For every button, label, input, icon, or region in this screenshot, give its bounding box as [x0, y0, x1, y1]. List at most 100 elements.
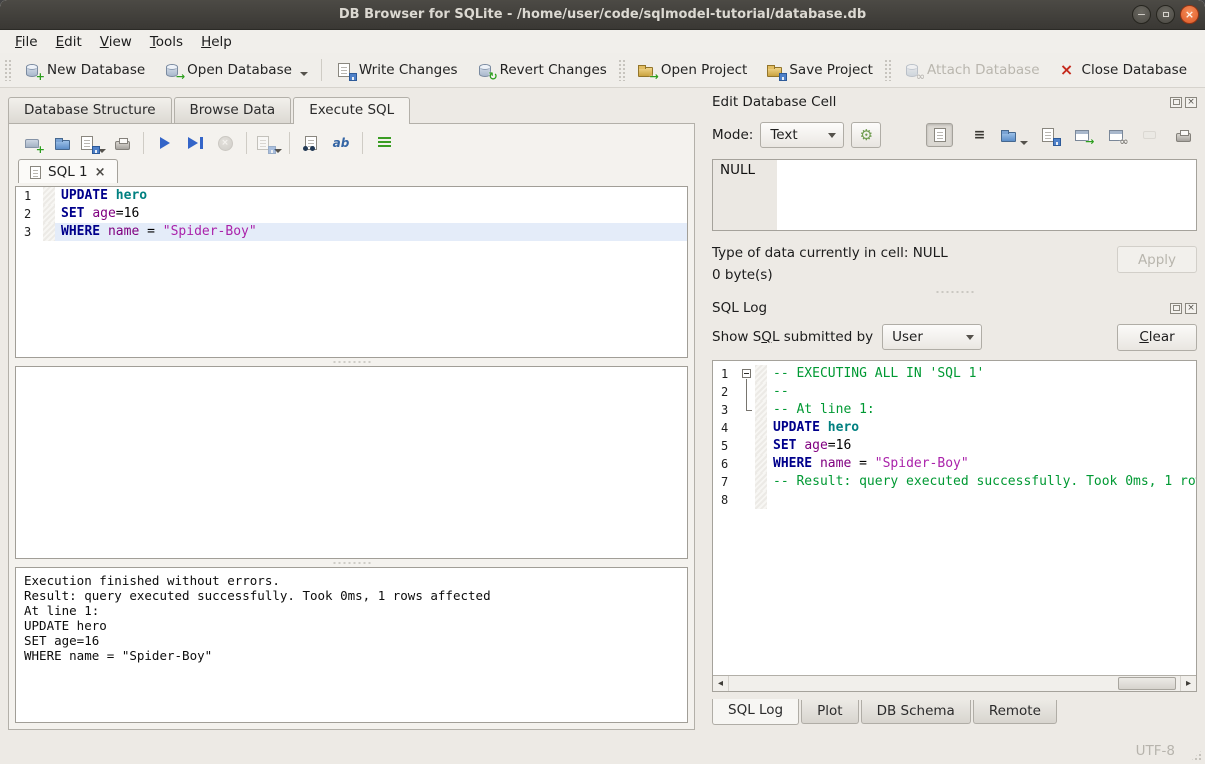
splitter-handle[interactable]	[712, 286, 1197, 298]
float-dock-icon[interactable]	[1170, 97, 1182, 108]
code-text: SET age=16	[767, 437, 1196, 455]
open-external-button[interactable]: →	[1068, 123, 1095, 147]
new-database-button[interactable]: + New Database	[14, 58, 154, 82]
editor-margin	[755, 401, 767, 419]
revert-changes-button[interactable]: ↻ Revert Changes	[467, 58, 616, 82]
find-icon	[302, 135, 320, 151]
line-number: 2	[16, 205, 43, 223]
toolbar-grip[interactable]	[884, 59, 892, 81]
print-sql-button[interactable]	[109, 131, 135, 155]
horizontal-scrollbar[interactable]: ◂ ▸	[713, 675, 1196, 691]
close-database-icon: ×	[1058, 62, 1076, 78]
code-line: 1-- EXECUTING ALL IN 'SQL 1'	[713, 365, 1196, 383]
find-button[interactable]	[298, 131, 324, 155]
import-data-button[interactable]	[1000, 123, 1027, 147]
code-text: UPDATE hero	[767, 419, 1196, 437]
save-project-button[interactable]: Save Project	[756, 58, 882, 82]
sql-tab-1[interactable]: SQL 1 ×	[18, 159, 118, 183]
code-line: 4UPDATE hero	[713, 419, 1196, 437]
close-window-button[interactable]: ×	[1180, 5, 1199, 24]
replace-button[interactable]: ab	[328, 131, 354, 155]
word-wrap-button[interactable]: ≡	[966, 123, 993, 147]
menu-help[interactable]: Help	[192, 32, 241, 52]
toolbar-label: Write Changes	[359, 62, 458, 78]
scrollbar-thumb[interactable]	[1118, 677, 1176, 690]
sql-tab-label: SQL 1	[48, 164, 88, 180]
attach-database-button: ∞ Attach Database	[894, 58, 1049, 82]
log-filter-select[interactable]: User	[882, 324, 982, 350]
dropdown-arrow-icon[interactable]	[300, 72, 308, 76]
copy-link-button[interactable]: ∞	[1102, 123, 1129, 147]
toolbar-grip[interactable]	[618, 59, 626, 81]
execute-all-button[interactable]	[152, 131, 178, 155]
dropdown-arrow-icon[interactable]	[1020, 141, 1028, 145]
toolbar-separator	[362, 132, 363, 154]
save-sql-file-button[interactable]	[79, 131, 105, 155]
toolbar-separator	[321, 59, 322, 81]
encoding-indicator: UTF-8	[1136, 743, 1175, 759]
menu-view[interactable]: View	[91, 32, 141, 52]
close-dock-icon[interactable]: ×	[1185, 303, 1197, 314]
code-line: 1UPDATE hero	[16, 187, 687, 205]
tab-database-structure[interactable]: Database Structure	[8, 97, 172, 123]
execute-line-button[interactable]	[182, 131, 208, 155]
new-sql-tab-button[interactable]: +	[19, 131, 45, 155]
open-sql-file-button[interactable]	[49, 131, 75, 155]
scroll-left-icon[interactable]: ◂	[713, 676, 729, 691]
tab-browse-data[interactable]: Browse Data	[174, 97, 292, 123]
sql-log-code[interactable]: 1-- EXECUTING ALL IN 'SQL 1'2--3-- At li…	[713, 361, 1196, 675]
code-text: SET age=16	[55, 205, 687, 223]
cell-mode-row: Mode: Text ⚙ ≡ → ∞	[712, 120, 1197, 150]
write-changes-button[interactable]: Write Changes	[326, 58, 467, 82]
open-project-button[interactable]: → Open Project	[628, 58, 757, 82]
tab-db-schema[interactable]: DB Schema	[861, 700, 971, 724]
stop-button: ×	[212, 131, 238, 155]
minimize-button[interactable]: −	[1132, 5, 1151, 24]
fold-margin	[740, 419, 755, 437]
menu-tools[interactable]: Tools	[141, 32, 192, 52]
code-line: 6WHERE name = "Spider-Boy"	[713, 455, 1196, 473]
mode-text-button[interactable]	[926, 123, 953, 147]
code-line: 8	[713, 491, 1196, 509]
open-database-button[interactable]: → Open Database	[154, 58, 317, 82]
splitter-handle[interactable]	[15, 358, 688, 366]
line-number: 7	[713, 473, 740, 491]
cell-value-gutter: NULL	[713, 160, 777, 230]
cell-editor-area[interactable]: NULL	[712, 159, 1197, 231]
tab-sql-log[interactable]: SQL Log	[712, 699, 799, 725]
play-to-line-icon	[186, 135, 204, 151]
menu-edit[interactable]: Edit	[47, 32, 91, 52]
toolbar-label: Open Database	[187, 62, 292, 78]
tab-execute-sql[interactable]: Execute SQL	[293, 97, 410, 124]
line-number: 5	[713, 437, 740, 455]
toolbar-grip[interactable]	[4, 59, 12, 81]
maximize-button[interactable]	[1156, 5, 1175, 24]
close-dock-icon[interactable]: ×	[1185, 97, 1197, 108]
status-bar: UTF-8	[0, 737, 1205, 764]
clear-button[interactable]: Clear	[1117, 324, 1197, 351]
fold-toggle-icon[interactable]	[742, 369, 751, 378]
export-data-button[interactable]	[1034, 123, 1061, 147]
scroll-right-icon[interactable]: ▸	[1180, 676, 1196, 691]
format-sql-button[interactable]	[371, 131, 397, 155]
splitter-handle[interactable]	[15, 559, 688, 567]
close-tab-icon[interactable]: ×	[95, 166, 106, 179]
sql-tabbar: SQL 1 ×	[15, 159, 688, 186]
toolbar-separator	[143, 132, 144, 154]
code-text: -- EXECUTING ALL IN 'SQL 1'	[767, 365, 1196, 383]
code-line: 2 SET age=16	[16, 205, 687, 223]
cell-editor-body[interactable]	[777, 160, 1196, 230]
tab-plot[interactable]: Plot	[801, 700, 858, 724]
resize-grip[interactable]	[1190, 749, 1203, 762]
title-bar[interactable]: DB Browser for SQLite - /home/user/code/…	[0, 0, 1205, 30]
chevron-down-icon	[828, 133, 836, 138]
mode-select[interactable]: Text	[760, 122, 844, 148]
close-database-button[interactable]: × Close Database	[1049, 58, 1196, 82]
float-dock-icon[interactable]	[1170, 303, 1182, 314]
menu-file[interactable]: File	[6, 32, 47, 52]
fold-margin	[740, 401, 755, 419]
print-cell-button[interactable]	[1170, 123, 1197, 147]
sql-editor[interactable]: 1UPDATE hero2SET age=163WHERE name = "Sp…	[15, 186, 688, 358]
auto-mode-button[interactable]: ⚙	[851, 122, 881, 148]
tab-remote[interactable]: Remote	[973, 700, 1057, 724]
